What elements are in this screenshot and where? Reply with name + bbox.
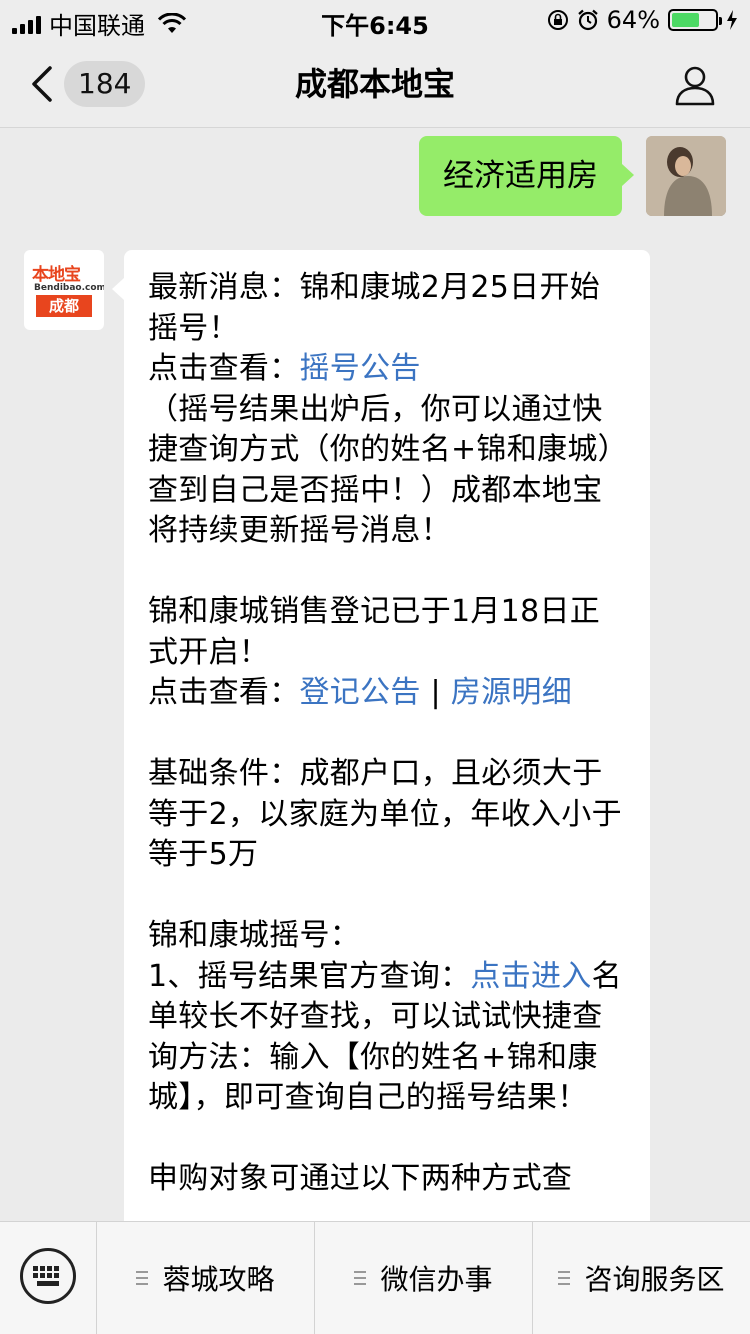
logo-brand: 本地宝 — [32, 265, 81, 285]
link-prefix: 点击查看： — [148, 675, 300, 710]
received-message-bubble[interactable]: 最新消息：锦和康城2月25日开始摇号！ 点击查看：摇号公告 （摇号结果出炉后，你… — [112, 250, 650, 1221]
link-separator: | — [420, 675, 451, 710]
user-avatar[interactable] — [646, 136, 726, 216]
status-bar: 中国联通 下午6:45 64% — [0, 0, 750, 40]
battery-fill — [672, 13, 699, 27]
logo-domain: Bendibao.com — [34, 283, 104, 293]
housing-details-link[interactable]: 房源明细 — [451, 675, 572, 710]
menu-list-icon — [136, 1271, 149, 1285]
menu-item-label: 微信办事 — [380, 1263, 493, 1296]
message-line: 点击查看：摇号公告 — [148, 349, 628, 390]
nav-bar: 184 成都本地宝 — [0, 40, 750, 128]
keyboard-toggle-button[interactable] — [0, 1222, 97, 1334]
menu-list-icon — [558, 1271, 571, 1285]
battery-icon — [668, 9, 722, 31]
message-paragraph: （摇号结果出炉后，你可以通过快捷查询方式（你的姓名+锦和康城）查到自己是否摇中！… — [148, 391, 628, 549]
charging-icon — [727, 10, 737, 30]
lottery-notice-link[interactable]: 摇号公告 — [300, 351, 421, 386]
message-paragraph: 基础条件：成都户口，且必须大于等于2，以家庭为单位，年收入小于等于5万 — [148, 756, 622, 872]
bot-avatar[interactable]: 本地宝 Bendibao.com 成都 — [24, 250, 104, 330]
logo-city: 成都 — [36, 295, 92, 317]
chat-area[interactable]: 经济适用房 本地宝 Bendibao.com 成都 最新消息：锦和康城2月25日… — [0, 129, 750, 1221]
status-right: 64% — [547, 6, 738, 34]
page-title: 成都本地宝 — [294, 65, 455, 103]
list-item-prefix: 1、摇号结果官方查询： — [148, 958, 471, 994]
sent-message-bubble[interactable]: 经济适用房 — [419, 136, 634, 216]
message-paragraph: 锦和康城销售登记已于1月18日正式开启！ — [148, 594, 601, 670]
bottom-menu-bar: 蓉城攻略 微信办事 咨询服务区 — [0, 1221, 750, 1334]
menu-list-icon — [354, 1271, 367, 1285]
menu-item-wechat-services[interactable]: 微信办事 — [315, 1222, 533, 1334]
person-photo-icon — [646, 136, 726, 216]
registration-notice-link[interactable]: 登记公告 — [300, 675, 421, 710]
message-paragraph: 1、摇号结果官方查询：点击进入名单较长不好查找，可以试试快捷查询方法：输入【你的… — [148, 957, 628, 1119]
alarm-icon — [577, 9, 598, 31]
message-line: 点击查看：登记公告 | 房源明细 — [148, 673, 628, 714]
message-paragraph: 锦和康城摇号： — [148, 918, 361, 953]
keyboard-icon — [20, 1248, 76, 1304]
menu-item-label: 咨询服务区 — [584, 1263, 725, 1296]
menu-item-rongcheng-guide[interactable]: 蓉城攻略 — [97, 1222, 315, 1334]
menu-item-label: 蓉城攻略 — [162, 1263, 275, 1296]
profile-icon[interactable] — [674, 64, 716, 106]
menu-item-consultation[interactable]: 咨询服务区 — [533, 1222, 750, 1334]
enter-query-link[interactable]: 点击进入 — [470, 959, 591, 994]
battery-percent: 64% — [606, 6, 660, 34]
message-headline: 最新消息：锦和康城2月25日开始摇号！ — [148, 270, 601, 346]
link-prefix: 点击查看： — [148, 351, 300, 386]
message-paragraph: 申购对象可通过以下两种方式查 — [148, 1161, 573, 1196]
orientation-lock-icon — [547, 10, 568, 30]
